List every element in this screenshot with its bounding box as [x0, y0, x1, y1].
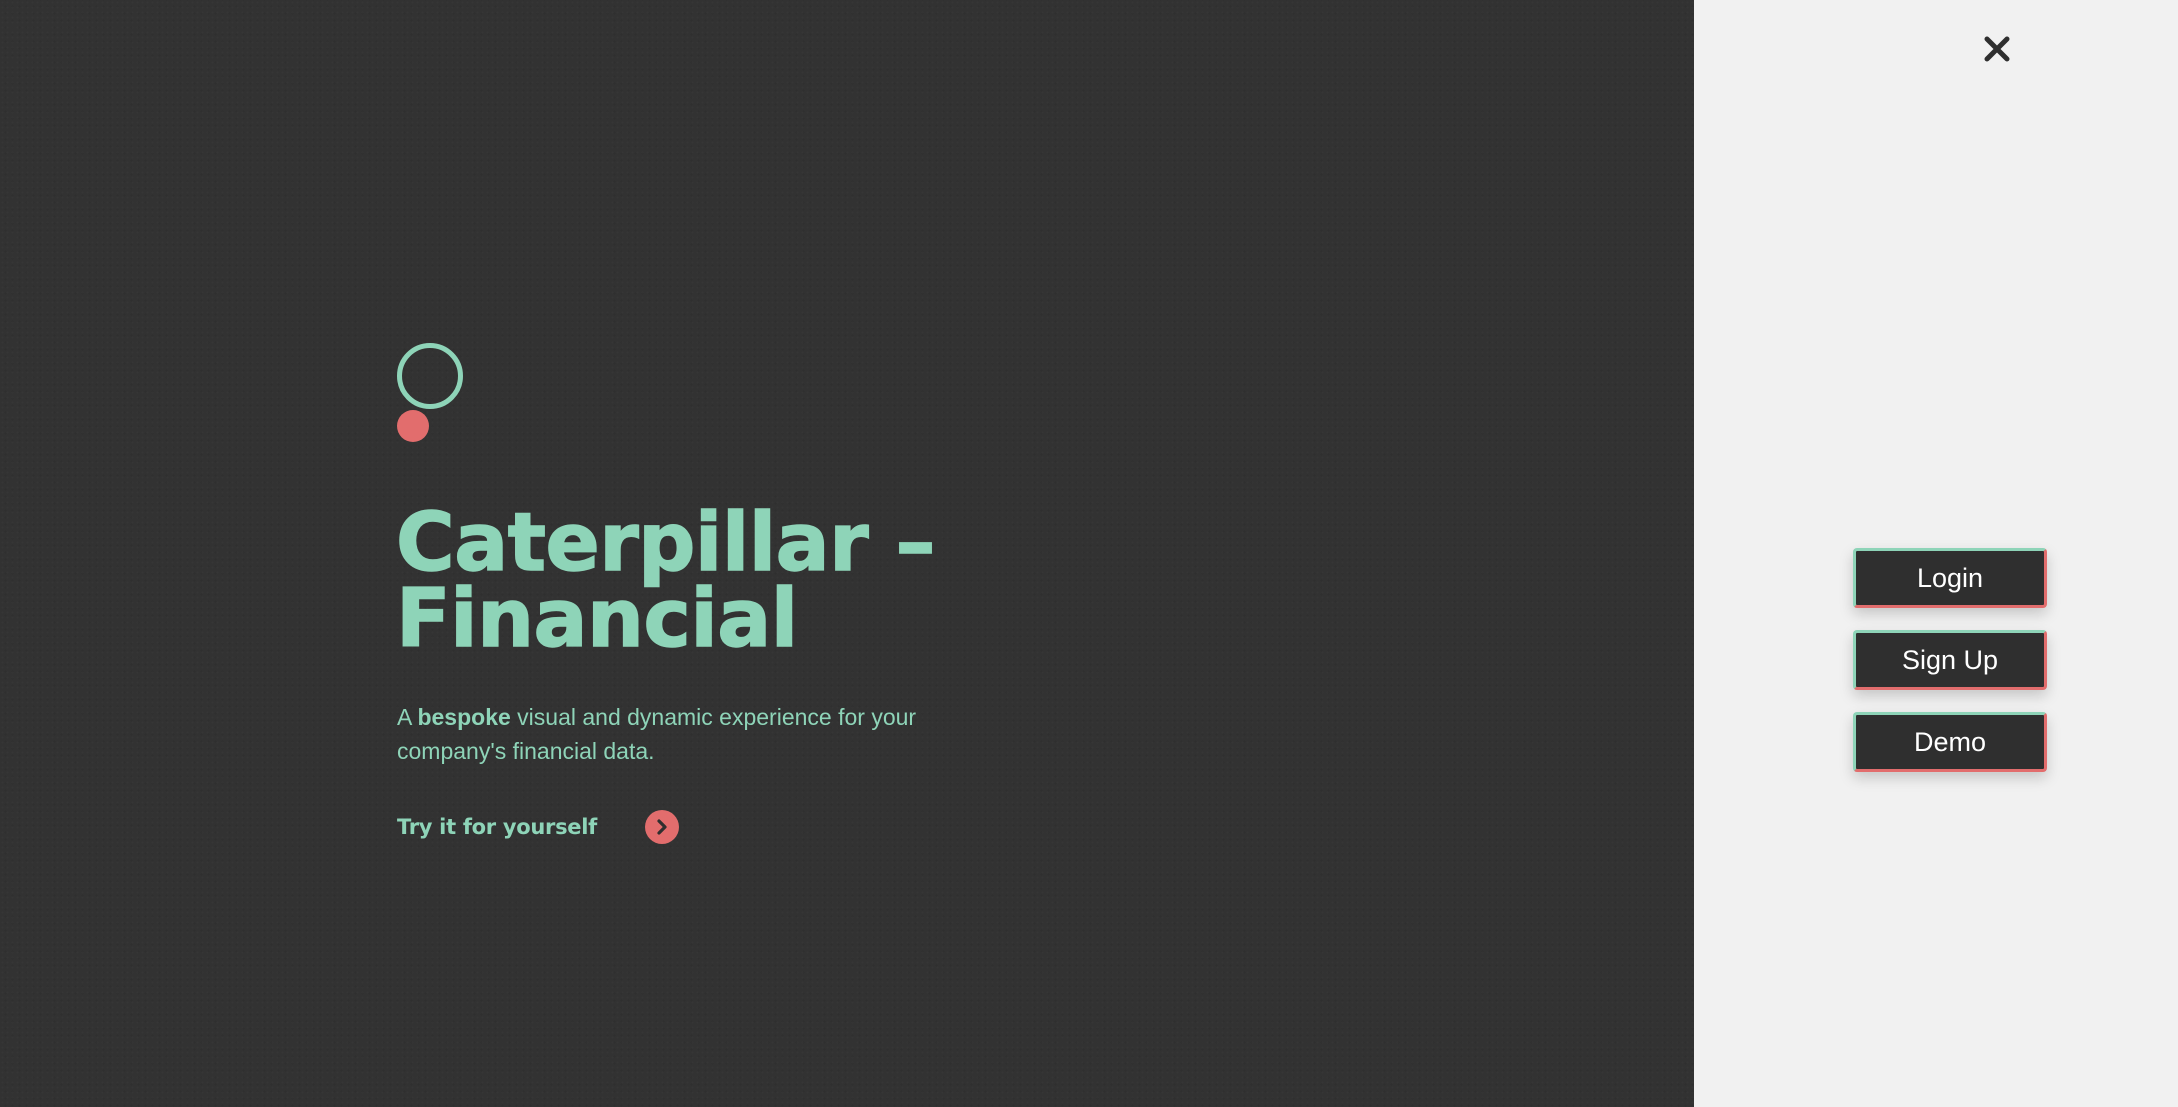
side-menu: Login Sign Up Demo [1853, 548, 2047, 772]
page: Caterpillar – Financial A bespoke visual… [0, 0, 2178, 1107]
try-it-label: Try it for yourself [397, 815, 597, 839]
close-icon[interactable] [1981, 33, 2013, 65]
hero-subtitle: A bespoke visual and dynamic experience … [397, 700, 957, 768]
circle-logo-icon [397, 343, 463, 443]
chevron-right-icon[interactable] [644, 810, 679, 844]
try-it-link[interactable]: Try it for yourself [397, 810, 679, 844]
page-title: Caterpillar – Financial [395, 496, 936, 665]
logo-dot [397, 410, 429, 442]
sign-up-button[interactable]: Sign Up [1853, 630, 2047, 690]
logo-ring [397, 343, 463, 409]
subtitle-prefix: A [397, 704, 418, 730]
hero-section: Caterpillar – Financial A bespoke visual… [0, 0, 1694, 1107]
demo-button[interactable]: Demo [1853, 712, 2047, 772]
subtitle-emphasis: bespoke [417, 704, 511, 730]
login-button[interactable]: Login [1853, 548, 2047, 608]
